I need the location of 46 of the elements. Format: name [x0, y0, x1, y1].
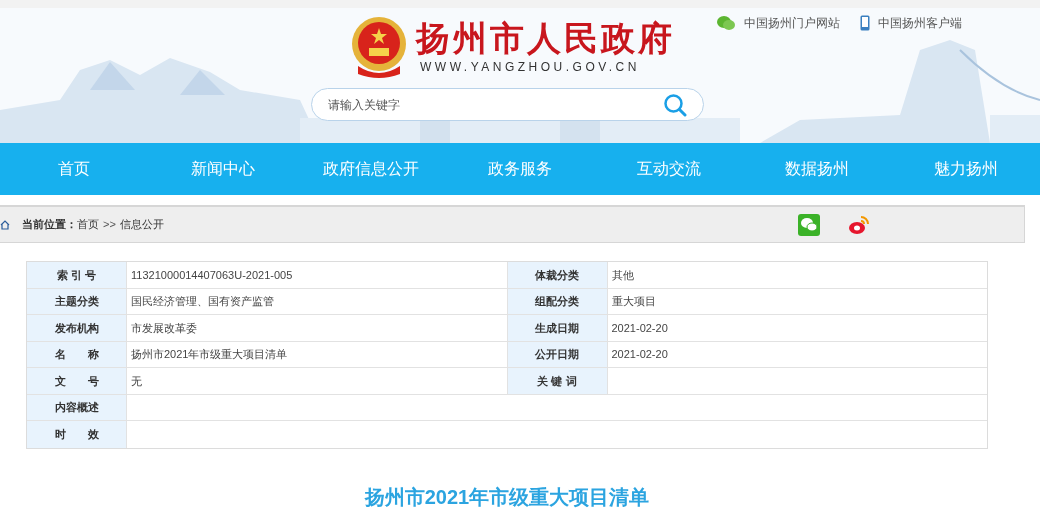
field-label: 组配分类: [507, 288, 608, 314]
field-value: 2021-02-20: [610, 347, 669, 362]
field-label: 体裁分类: [507, 262, 608, 288]
field-label: 时 效: [27, 421, 127, 448]
nav-item[interactable]: 新闻中心: [148, 157, 298, 181]
field-value: 11321000014407063U-2021-005: [127, 262, 508, 288]
field-value: 国民经济管理、国有资产监管: [127, 288, 508, 314]
field-label: 生成日期: [507, 315, 608, 341]
nav-item[interactable]: 互动交流: [594, 157, 743, 181]
field-label: 内容概述: [27, 394, 127, 420]
article-title: 扬州市2021年市级重大项目清单: [364, 485, 650, 508]
header-link[interactable]: 中国扬州门户网站: [716, 14, 840, 32]
header-link[interactable]: 中国扬州客户端: [860, 14, 962, 32]
home-icon: [0, 219, 10, 230]
field-label: 文 号: [27, 368, 127, 394]
site-url: WWW.YANGZHOU.GOV.CN: [419, 59, 641, 76]
breadcrumb-label: 当前位置：: [22, 217, 77, 233]
search-icon[interactable]: [663, 92, 687, 117]
field-label: 名 称: [27, 341, 127, 367]
field-label: 主题分类: [27, 288, 127, 314]
search-field[interactable]: 请输入关键字: [328, 95, 663, 114]
field-label: 发布机构: [27, 315, 127, 341]
field-value: 市发展改革委: [127, 315, 508, 341]
field-label: 公开日期: [507, 341, 608, 367]
breadcrumb-link[interactable]: 首页: [77, 216, 99, 233]
weibo-icon[interactable]: [848, 213, 870, 236]
nav-item[interactable]: 魅力扬州: [891, 157, 1040, 181]
field-value: 2021-02-20: [610, 320, 669, 336]
nav-item[interactable]: 政务服务: [445, 157, 595, 181]
search-bar[interactable]: 请输入关键字: [311, 88, 704, 121]
chat-bubbles-icon: [716, 15, 736, 31]
field-value: 其他: [610, 267, 635, 283]
field-value: 无: [127, 368, 508, 394]
field-label: 索 引 号: [27, 262, 127, 288]
nav-item[interactable]: 首页: [0, 157, 149, 181]
field-value: 扬州市2021年市级重大项目清单: [127, 341, 508, 367]
breadcrumb-link[interactable]: 信息公开: [119, 216, 164, 233]
nav-item[interactable]: 政府信息公开: [297, 157, 446, 181]
site-title: 扬州市人民政府: [416, 18, 675, 58]
field-label: 关 键 词: [507, 368, 608, 394]
emblem-icon: [350, 16, 408, 78]
phone-icon: [860, 15, 870, 31]
breadcrumb-separator: >>: [103, 217, 116, 233]
nav-item[interactable]: 数据扬州: [742, 157, 892, 181]
chat-bubbles-icon[interactable]: [798, 213, 820, 236]
field-value: 重大项目: [610, 294, 657, 309]
